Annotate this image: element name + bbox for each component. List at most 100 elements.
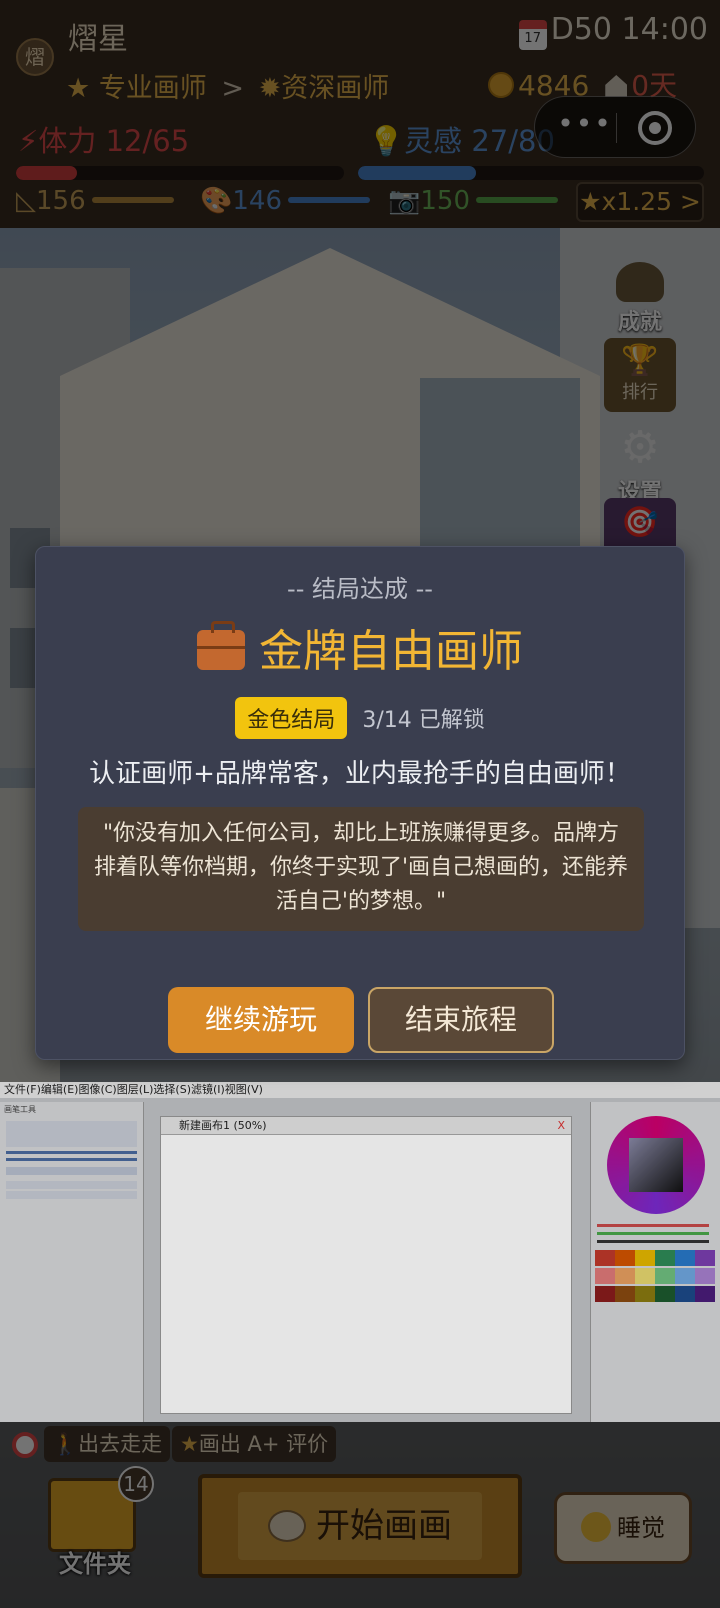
achievements-label: 成就 [617,310,662,335]
unlock-count: 3/14 已解锁 [362,708,485,733]
stamina-value: 体力 12/65 [38,124,190,158]
folder-label: 文件夹 [59,1550,131,1578]
walking-person-icon: 🚶 [52,1432,79,1456]
lightbulb-icon: 💡 [368,124,405,158]
ranking-button[interactable]: 🏆 排行 [604,338,676,412]
color-swatch[interactable] [635,1286,655,1302]
color-swatch[interactable] [595,1268,615,1284]
color-swatch[interactable] [655,1286,675,1302]
briefcase-icon [197,621,245,670]
skill-observation-value: 150 [420,186,471,216]
ending-dialog: -- 结局达成 -- 金牌自由画师 金色结局 3/14 已解锁 认证画师+品牌常… [35,546,685,1060]
color-swatch[interactable] [675,1286,695,1302]
brush-panel-title: 画笔工具 [4,1105,36,1114]
rank-arrow: > [221,73,245,104]
color-swatch[interactable] [635,1250,655,1266]
color-panel [590,1102,720,1422]
quest-a-plus-label: 画出 A+ 评价 [198,1432,329,1456]
ruler-icon: ◺ [16,186,36,216]
color-swatch[interactable] [615,1268,635,1284]
ending-description: 认证画师+品牌常客，业内最抢手的自由画师！ [89,759,631,789]
sleeping-face-icon [581,1512,611,1542]
sleep-label: 睡觉 [617,1514,665,1542]
canvas-title-bar: 新建画布1 (50%) X [161,1117,571,1135]
quest-a-plus[interactable]: ★画出 A+ 评价 [172,1426,337,1462]
ending-title-text: 金牌自由画师 [259,626,523,677]
software-menubar: 文件(F)编辑(E)图像(C)图层(L)选择(S)滤镜(I)视图(V) [0,1082,720,1098]
canvas-title: 新建画布1 (50%) [179,1119,267,1132]
current-rank: 专业画师 [98,73,207,104]
star-icon: ★ [66,73,91,104]
stamina-bar [16,166,344,180]
close-canvas-icon[interactable]: X [557,1117,565,1135]
end-journey-button[interactable]: 结束旅程 [368,987,554,1053]
drawing-software-window: 文件(F)编辑(E)图像(C)图层(L)选择(S)滤镜(I)视图(V) 画笔工具… [0,1082,720,1422]
color-swatch[interactable] [675,1250,695,1266]
color-swatch[interactable] [615,1250,635,1266]
multiplier-button[interactable]: ★x1.25 > [576,182,704,222]
camera-icon: 📷 [388,186,421,216]
target-menu-button[interactable]: 🎯 [604,498,676,548]
folder-count-badge: 14 [118,1466,154,1502]
lightning-icon: ⚡ [18,124,39,158]
day-counter: D50 [550,12,612,47]
start-drawing-label: 开始画画 [316,1506,452,1546]
inspiration-value: 灵感 27/80 [404,124,555,158]
stamina-label: ⚡体力 12/65 [18,118,189,160]
skill-drawing: ◺156 [16,186,174,216]
more-icon[interactable]: ••• [555,110,615,141]
color-swatch[interactable] [635,1268,655,1284]
drawing-canvas-window: 新建画布1 (50%) X [160,1116,572,1414]
settings-button[interactable]: ⚙ 设置 [604,424,676,506]
close-miniprogram-icon[interactable] [638,111,672,145]
color-swatch[interactable] [695,1286,715,1302]
multiplier-value: x1.25 > [601,187,701,216]
sleep-button[interactable]: 睡觉 [554,1492,692,1564]
trophy-cup-icon [616,262,664,302]
color-swatch[interactable] [615,1286,635,1302]
palette-icon [268,1510,306,1542]
skill-color-value: 146 [232,186,283,216]
skill-color: 🎨146 [200,186,371,216]
sun-star-icon: ✹ [258,73,282,104]
miniprogram-capsule: ••• [534,96,696,158]
next-rank: 资深画师 [281,73,390,104]
quest-go-out-label: 出去走走 [78,1432,163,1456]
ranking-label: 排行 [622,382,658,403]
skill-drawing-value: 156 [36,186,86,216]
star-icon: ★ [180,1432,199,1456]
trophy-icon: 🏆 [621,343,659,378]
date-time: 17 D50 14:00 [518,12,708,50]
gold-ending-badge: 金色结局 [235,697,348,739]
coin-icon [488,72,514,98]
color-swatch[interactable] [595,1286,615,1302]
player-name: 熠星 [68,22,128,57]
ending-title: 金牌自由画师 [36,615,684,679]
color-swatch[interactable] [595,1250,615,1266]
color-swatch[interactable] [695,1268,715,1284]
color-swatch[interactable] [675,1268,695,1284]
quest-go-out[interactable]: 🚶出去走走 [44,1426,171,1462]
achievements-button[interactable]: 成就 [604,262,676,336]
color-wheel[interactable] [607,1116,705,1214]
star-icon: ★ [579,187,602,216]
color-swatch[interactable] [655,1250,675,1266]
capsule-divider [616,113,617,143]
inspiration-bar [358,166,704,180]
start-drawing-button[interactable]: 开始画画 [198,1474,522,1578]
dartboard-icon: 🎯 [621,505,659,540]
inspiration-label: 💡灵感 27/80 [368,118,555,160]
calendar-icon: 17 [518,20,547,50]
palette-icon: 🎨 [200,186,233,216]
brush-panel: 画笔工具 [0,1102,144,1422]
ending-badge-row: 金色结局 3/14 已解锁 [36,697,684,739]
skill-observation: 📷150 [388,186,559,216]
house-icon [605,75,628,97]
continue-playing-button[interactable]: 继续游玩 [168,987,354,1053]
ending-subtitle: -- 结局达成 -- [287,575,433,603]
avatar[interactable]: 熠 [16,38,54,76]
color-swatch[interactable] [655,1268,675,1284]
clock-time: 14:00 [621,12,708,47]
ending-quote: "你没有加入任何公司，却比上班族赚得更多。品牌方排着队等你档期，你终于实现了'画… [78,807,644,931]
color-swatch[interactable] [695,1250,715,1266]
